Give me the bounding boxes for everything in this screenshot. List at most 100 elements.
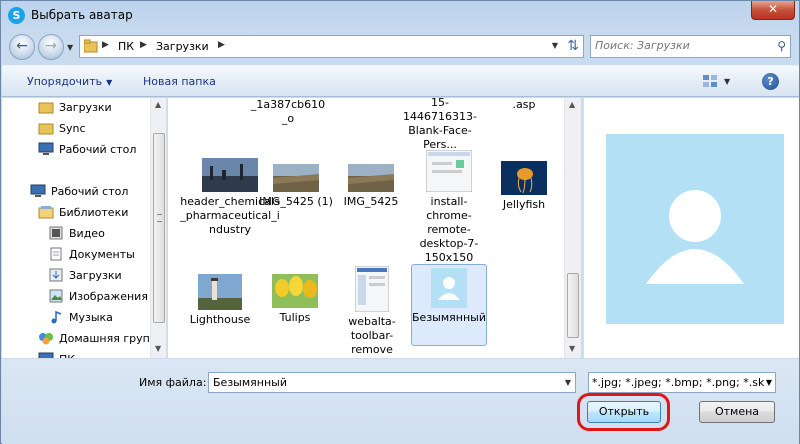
nav-item-label: Изображения: [69, 290, 148, 303]
new-folder-button[interactable]: Новая папка: [143, 75, 216, 88]
nav-item-label: Рабочий стол: [59, 143, 137, 156]
folder-icon: [38, 102, 54, 114]
nav-item-label: Документы: [69, 248, 135, 261]
forward-button[interactable]: →: [38, 34, 64, 60]
filename-label: Имя файла:: [139, 376, 207, 389]
video-icon: [49, 226, 63, 240]
window-title: Выбрать аватар: [31, 8, 133, 22]
view-dropdown-icon[interactable]: ▼: [724, 77, 730, 86]
desktop-icon: [38, 142, 54, 155]
landscape-thumb: [348, 164, 394, 192]
search-icon[interactable]: ⚲: [777, 39, 786, 53]
file-item[interactable]: Tulips: [257, 274, 333, 325]
address-bar[interactable]: ▶ ПК ▶ Загрузки ▶ ▼ ⇅: [79, 35, 584, 58]
bottom-panel: Имя файла: ▼ *.jpg; *.jpeg; *.bmp; *.png…: [2, 359, 799, 444]
file-list-scrollbar[interactable]: ▲ ▼: [564, 98, 581, 358]
nav-item-label: Библиотеки: [59, 206, 129, 219]
organize-button[interactable]: Упорядочить ▼: [27, 75, 112, 88]
chevron-down-icon: ▼: [106, 78, 113, 87]
music-icon: [51, 310, 62, 324]
nav-item-label: Видео: [69, 227, 105, 240]
breadcrumb-arrow-icon[interactable]: ▶: [102, 40, 109, 50]
screenshot-thumb: [354, 265, 390, 313]
search-input[interactable]: [595, 39, 765, 52]
desktop-icon: [30, 184, 46, 197]
organize-label: Упорядочить: [27, 75, 103, 88]
title-bar: S Выбрать аватар ✕: [1, 1, 800, 29]
folder-icon: [38, 123, 54, 135]
file-name: .asp: [512, 98, 536, 111]
breadcrumb-arrow-icon[interactable]: ▶: [218, 40, 225, 50]
file-item[interactable]: .asp: [486, 98, 562, 112]
nav-item-label: Домашняя груп: [59, 332, 150, 345]
file-item[interactable]: IMG_5425 (1): [258, 164, 334, 209]
nav-item-label: Загрузки: [59, 101, 112, 114]
close-button[interactable]: ✕: [751, 1, 795, 20]
file-name: _1a387cb610_o: [250, 98, 326, 125]
file-name: IMG_5425: [343, 195, 399, 208]
file-item[interactable]: _1a387cb610_o: [250, 98, 326, 126]
file-item[interactable]: IMG_5425: [333, 164, 409, 209]
filename-combobox[interactable]: ▼: [208, 372, 576, 393]
libraries-icon: [38, 206, 54, 219]
command-toolbar: Упорядочить ▼ Новая папка ▼ ?: [2, 65, 799, 97]
breadcrumb-arrow-icon[interactable]: ▶: [140, 40, 147, 50]
open-button[interactable]: Открыть: [587, 401, 661, 423]
scroll-down-icon[interactable]: ▼: [569, 344, 575, 353]
avatar-preview-image: [606, 134, 784, 324]
recent-pages-dropdown[interactable]: ▼: [67, 43, 73, 52]
scroll-up-icon[interactable]: ▲: [569, 100, 575, 109]
file-type-filter[interactable]: *.jpg; *.jpeg; *.bmp; *.png; *.sk ▼: [588, 372, 776, 393]
file-item[interactable]: 15-1446716313-Blank-Face-Pers...: [402, 98, 478, 152]
change-view-icon[interactable]: [702, 74, 718, 89]
scroll-down-icon[interactable]: ▼: [155, 344, 161, 353]
navigation-bar: ← → ▼ ▶ ПК ▶ Загрузки ▶ ▼ ⇅ ⚲: [1, 31, 800, 63]
folder-icon: [84, 39, 98, 53]
computer-icon: [38, 352, 54, 358]
file-item-selected[interactable]: Безымянный: [411, 264, 487, 346]
nav-scrollbar[interactable]: ▲ ▼: [150, 98, 166, 358]
nav-item-label: ПК: [59, 353, 75, 358]
nav-item-label: Sync: [59, 122, 86, 135]
breadcrumb-downloads[interactable]: Загрузки: [156, 40, 209, 53]
file-name: Безымянный: [412, 311, 486, 324]
help-icon[interactable]: ?: [762, 73, 779, 90]
chevron-down-icon[interactable]: ▼: [565, 378, 571, 387]
search-box[interactable]: ⚲: [590, 35, 791, 58]
scroll-up-icon[interactable]: ▲: [155, 100, 161, 109]
file-item[interactable]: Jellyfish: [486, 161, 562, 212]
screenshot-thumb: [425, 149, 473, 193]
file-name: install-chrome-remote-desktop-7-150x150: [419, 195, 479, 264]
landscape-thumb: [273, 164, 319, 192]
breadcrumb-pc[interactable]: ПК: [118, 40, 134, 53]
chevron-down-icon[interactable]: ▼: [763, 378, 772, 387]
file-name: 15-1446716313-Blank-Face-Pers...: [403, 98, 477, 151]
downloads-icon: [49, 268, 63, 282]
file-name: IMG_5425 (1): [259, 195, 333, 208]
nav-item-label: Рабочий стол: [51, 185, 129, 198]
back-button[interactable]: ←: [9, 34, 35, 60]
homegroup-icon: [39, 333, 53, 345]
file-item[interactable]: install-chrome-remote-desktop-7-150x150: [411, 149, 487, 265]
file-name: webalta-toolbar-remove: [348, 315, 396, 356]
lighthouse-thumb: [198, 274, 242, 310]
filename-input[interactable]: [213, 376, 553, 389]
file-item[interactable]: webalta-toolbar-remove: [334, 265, 410, 357]
file-name: Jellyfish: [502, 198, 546, 211]
file-item[interactable]: Lighthouse: [182, 274, 258, 327]
file-list-scroll-thumb[interactable]: [567, 273, 579, 338]
industry-thumb: [202, 158, 258, 192]
preview-pane: [583, 98, 799, 358]
nav-scroll-thumb[interactable]: [153, 133, 165, 323]
nav-item-label: Музыка: [69, 311, 113, 324]
file-list: _1a387cb610_o 15-1446716313-Blank-Face-P…: [168, 98, 581, 358]
cancel-button[interactable]: Отмена: [699, 401, 775, 423]
file-type-value: *.jpg; *.jpeg; *.bmp; *.png; *.sk: [592, 376, 765, 389]
address-dropdown-icon[interactable]: ▼: [552, 41, 558, 50]
avatar-thumb: [431, 268, 467, 308]
skype-icon: S: [8, 7, 25, 24]
refresh-icon[interactable]: ⇅: [567, 38, 579, 54]
documents-icon: [50, 247, 62, 261]
jellyfish-thumb: [501, 161, 547, 195]
navigation-pane: Загрузки Sync Рабочий стол Рабочий стол …: [2, 98, 167, 358]
